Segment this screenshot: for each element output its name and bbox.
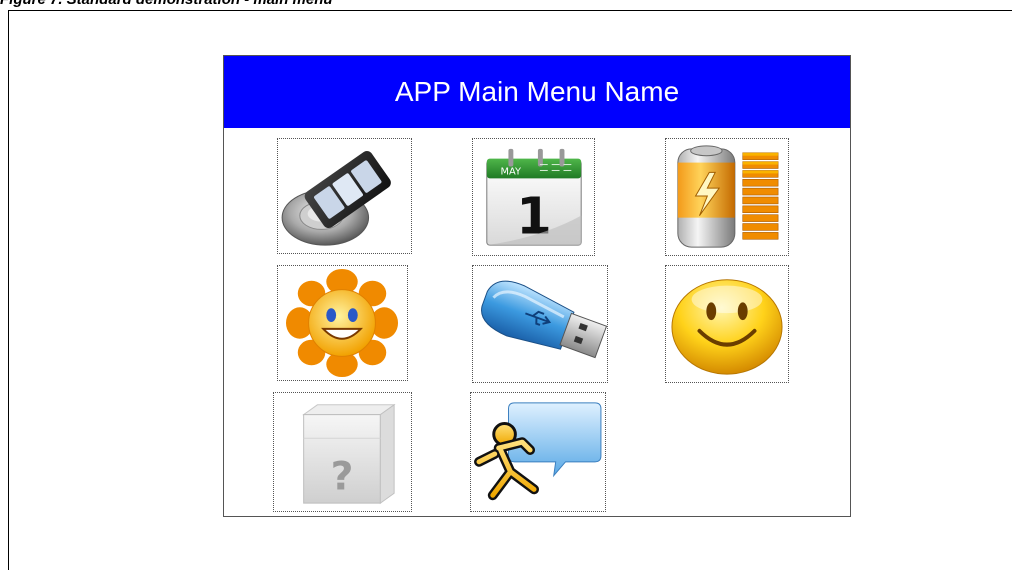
chat-runner-icon [474, 402, 602, 501]
menu-item-power[interactable] [665, 138, 789, 256]
smiling-sun-icon [285, 268, 399, 378]
menu-item-usb[interactable] [472, 265, 608, 383]
figure-caption: Figure 7. Standard demonstration - main … [0, 0, 333, 8]
menu-item-fun[interactable] [665, 265, 789, 383]
usb-stick-icon [481, 280, 607, 359]
app-screen: APP Main Menu Name MAY 1 ? [223, 55, 851, 517]
help-question-mark: ? [331, 453, 354, 499]
menu-item-multimedia[interactable] [277, 138, 412, 254]
question-box-icon: ? [302, 403, 396, 505]
menu-item-calendar[interactable]: MAY 1 [472, 138, 595, 256]
menu-item-messaging[interactable] [470, 392, 606, 512]
calendar-month-label: MAY [501, 166, 522, 177]
smiley-icon [671, 279, 783, 375]
speaker-film-icon [281, 151, 391, 246]
menu-item-help[interactable]: ? [273, 392, 412, 512]
menu-item-weather[interactable] [277, 265, 408, 381]
app-title: APP Main Menu Name [394, 76, 680, 107]
calendar-icon: MAY 1 [486, 148, 582, 246]
app-title-bar: APP Main Menu Name [224, 56, 850, 128]
battery-icon [677, 145, 779, 248]
